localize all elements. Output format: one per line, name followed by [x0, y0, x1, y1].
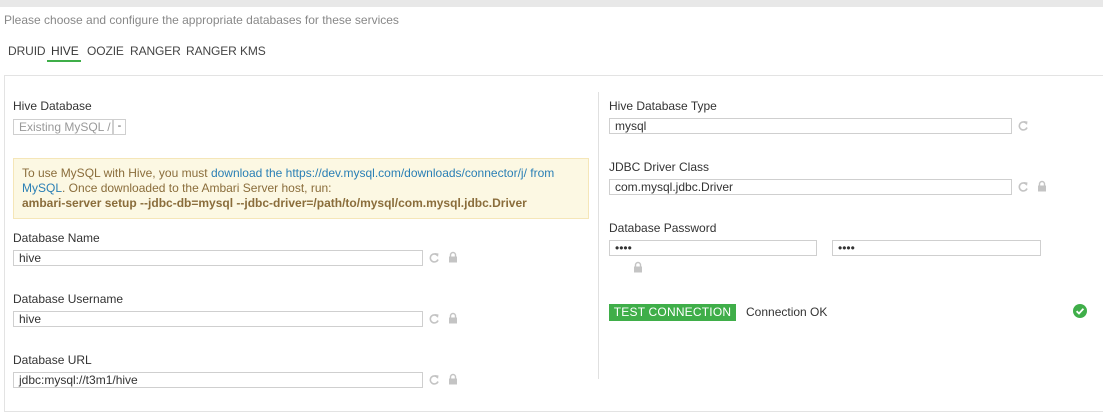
jdbc-driver-label: JDBC Driver Class [609, 160, 710, 174]
check-circle-icon [1073, 304, 1087, 318]
refresh-icon[interactable] [1017, 181, 1029, 193]
hive-database-label: Hive Database [13, 99, 92, 113]
database-url-input[interactable]: jdbc:mysql://t3m1/hive [13, 372, 423, 388]
lock-icon[interactable] [632, 261, 644, 273]
tab-oozie[interactable]: OOZIE [87, 44, 124, 58]
connection-status-text: Connection OK [746, 305, 828, 319]
mysql-driver-warning: To use MySQL with Hive, you must downloa… [13, 158, 589, 219]
tab-hive[interactable]: HIVE [51, 44, 79, 58]
database-password-input[interactable]: •••• [609, 240, 817, 256]
top-bar [0, 0, 1103, 7]
lock-icon[interactable] [1036, 180, 1048, 192]
database-url-label: Database URL [13, 353, 92, 367]
tab-ranger[interactable]: RANGER [130, 44, 181, 58]
refresh-icon[interactable] [428, 374, 440, 386]
refresh-icon[interactable] [428, 313, 440, 325]
instructions-text: Please choose and configure the appropri… [4, 13, 399, 27]
database-type-input[interactable]: mysql [609, 118, 1012, 134]
warning-prefix: To use MySQL with Hive, you must [22, 166, 211, 180]
setup-command: ambari-server setup --jdbc-db=mysql --jd… [22, 196, 527, 210]
lock-icon[interactable] [447, 373, 459, 385]
refresh-icon[interactable] [428, 252, 440, 264]
lock-icon[interactable] [447, 312, 459, 324]
lock-icon[interactable] [447, 251, 459, 263]
database-password-label: Database Password [609, 221, 717, 235]
database-name-label: Database Name [13, 231, 100, 245]
jdbc-driver-input[interactable]: com.mysql.jdbc.Driver [609, 179, 1012, 195]
database-username-input[interactable]: hive [13, 311, 423, 327]
tab-ranger-kms[interactable]: RANGER KMS [186, 44, 266, 58]
tab-druid[interactable]: DRUID [8, 44, 46, 58]
test-connection-button[interactable]: TEST CONNECTION [609, 304, 736, 321]
active-tab-indicator [47, 60, 81, 62]
column-divider [598, 92, 599, 379]
database-username-label: Database Username [13, 292, 124, 306]
warning-suffix: . Once downloaded to the Ambari Server h… [62, 181, 332, 195]
refresh-icon[interactable] [1017, 120, 1029, 132]
database-password-confirm-input[interactable]: •••• [832, 240, 1041, 256]
hive-database-select[interactable]: Existing MySQL / MariaDB [13, 119, 113, 135]
select-caret-button[interactable]: - [113, 119, 126, 135]
database-name-input[interactable]: hive [13, 250, 423, 266]
database-type-label: Hive Database Type [609, 99, 717, 113]
